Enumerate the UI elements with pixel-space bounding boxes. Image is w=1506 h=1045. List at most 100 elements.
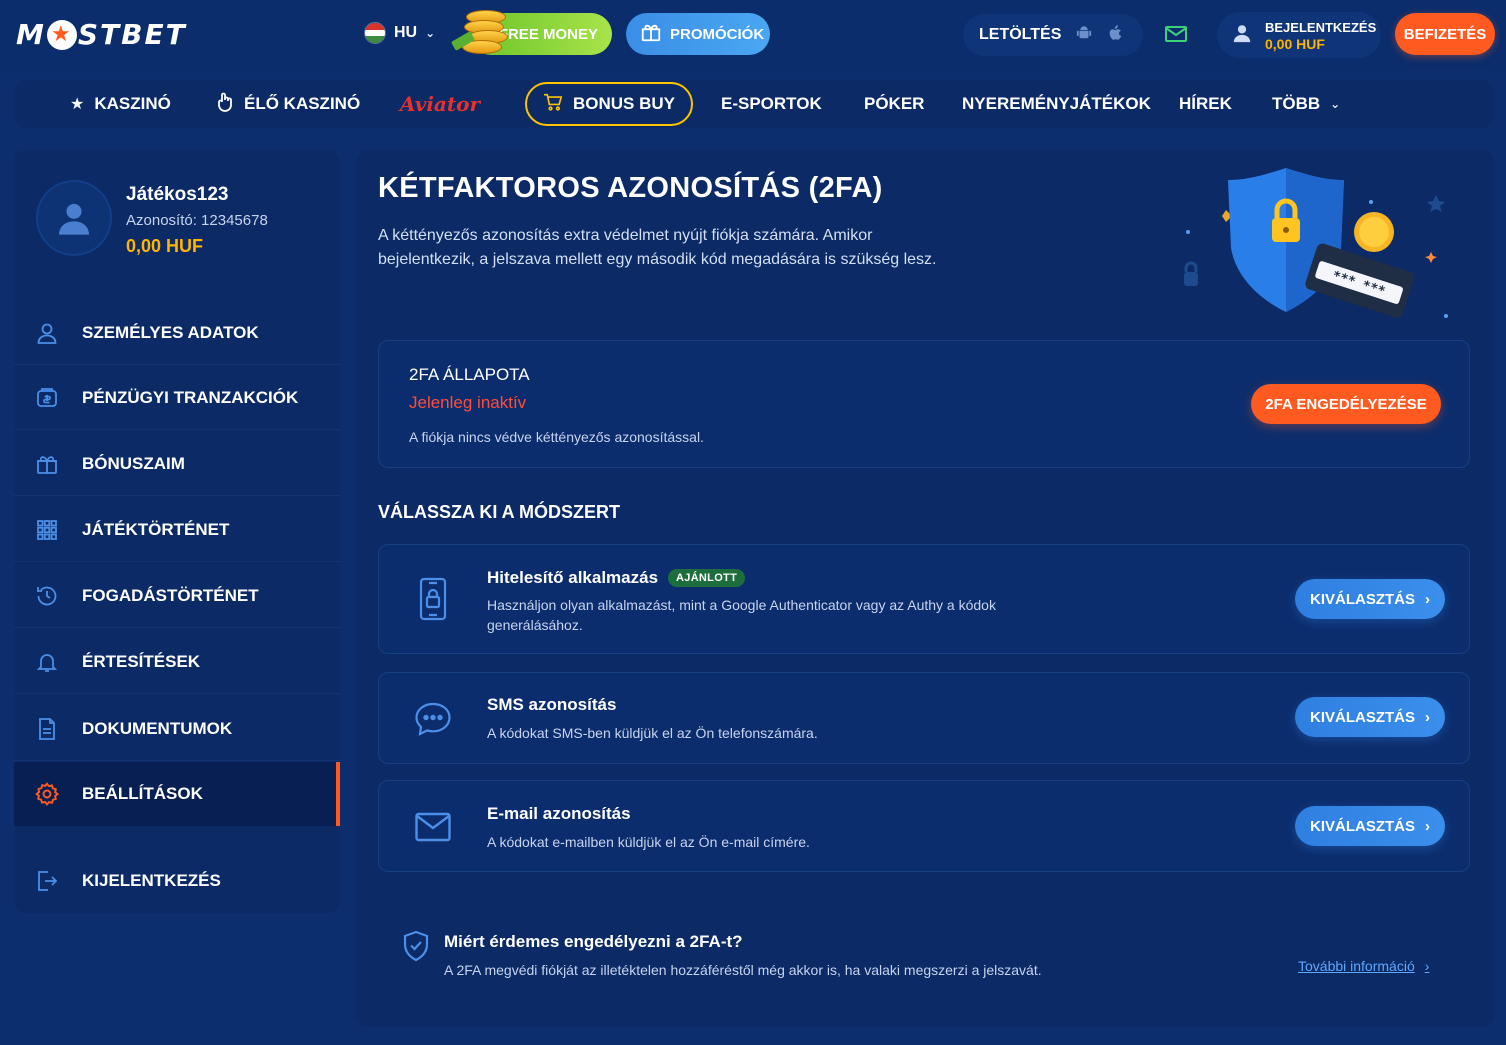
- nav-aviator[interactable]: Aviator: [400, 80, 480, 128]
- methods-title: VÁLASSZA KI A MÓDSZERT: [378, 502, 620, 522]
- avatar[interactable]: [36, 180, 112, 256]
- sidebar-item-label: ÉRTESÍTÉSEK: [82, 651, 201, 671]
- grid-icon: [34, 517, 60, 543]
- aviator-logo: Aviator: [400, 92, 480, 116]
- sidebar-item-bet-history[interactable]: FOGADÁSTÖRTÉNET: [14, 564, 340, 628]
- nav-casino-label: KASZINÓ: [94, 94, 171, 113]
- page-intro: A kéttényezős azonosítás extra védelmet …: [378, 227, 937, 268]
- user-icon: [1231, 22, 1253, 49]
- phone-lock-icon: [411, 575, 455, 623]
- sidebar-item-settings[interactable]: BEÁLLÍTÁSOK: [14, 762, 340, 826]
- why-2fa-section: Miért érdemes engedélyezni a 2FA-t? A 2F…: [378, 902, 1470, 1002]
- sidebar-item-label: SZEMÉLYES ADATOK: [82, 322, 259, 342]
- logo-text-right: STBET: [77, 18, 187, 51]
- promotions-label: PROMÓCIÓK: [670, 25, 765, 43]
- sidebar-item-logout[interactable]: KIJELENTKEZÉS: [14, 849, 340, 913]
- select-label: KIVÁLASZTÁS: [1310, 817, 1415, 835]
- main-panel: KÉTFAKTOROS AZONOSÍTÁS (2FA) A kéttényez…: [356, 150, 1494, 1027]
- select-email-button[interactable]: KIVÁLASZTÁS ›: [1295, 806, 1445, 846]
- nav-news-label: HÍREK: [1179, 94, 1232, 113]
- sidebar-item-label: JÁTÉKTÖRTÉNET: [82, 519, 230, 539]
- gift-icon: [640, 21, 662, 47]
- main-nav: ★ KASZINÓ ÉLŐ KASZINÓ Aviator BONUS BUY …: [14, 80, 1494, 128]
- chevron-right-icon: ›: [1425, 708, 1430, 726]
- logout-icon: [34, 868, 60, 894]
- select-authenticator-button[interactable]: KIVÁLASZTÁS ›: [1295, 579, 1445, 619]
- envelope-icon: [1164, 24, 1188, 49]
- method-title: Hitelesítő alkalmazás AJÁNLOTT: [487, 568, 746, 588]
- top-header: M ★ STBET HU ⌄ FREE MONEY PROMÓCIÓK LETÖ…: [0, 0, 1506, 70]
- logo-star-icon: ★: [46, 19, 77, 50]
- username: Játékos123: [126, 184, 229, 205]
- sidebar-item-personal-data[interactable]: SZEMÉLYES ADATOK: [14, 301, 340, 365]
- messages-button[interactable]: [1156, 18, 1196, 54]
- deposit-label: BEFIZETÉS: [1403, 25, 1487, 43]
- select-label: KIVÁLASZTÁS: [1310, 708, 1415, 726]
- sidebar-item-notifications[interactable]: ÉRTESÍTÉSEK: [14, 630, 340, 694]
- chat-bubble-icon: [411, 695, 455, 743]
- sidebar-item-label: DOKUMENTUMOK: [82, 718, 233, 738]
- method-title: E-mail azonosítás: [487, 804, 631, 824]
- nav-live-casino[interactable]: ÉLŐ KASZINÓ: [216, 80, 360, 128]
- method-email[interactable]: E-mail azonosítás A kódokat e-mailben kü…: [378, 780, 1470, 872]
- login-balance: 0,00 HUF: [1265, 35, 1325, 52]
- nav-more-label: TÖBB: [1272, 94, 1321, 113]
- nav-bonus-buy-label: BONUS BUY: [573, 94, 676, 113]
- method-authenticator-app[interactable]: Hitelesítő alkalmazás AJÁNLOTT Használjo…: [378, 544, 1470, 654]
- login-button[interactable]: BEJELENTKEZÉS 0,00 HUF: [1217, 12, 1381, 58]
- star-icon: ★: [70, 96, 85, 113]
- language-selector[interactable]: HU ⌄: [364, 22, 435, 44]
- sidebar-item-game-history[interactable]: JÁTÉKTÖRTÉNET: [14, 498, 340, 562]
- nav-esports[interactable]: E-SPORTOK: [721, 80, 822, 128]
- coins-icon: [450, 8, 512, 62]
- wallet-icon: [34, 385, 60, 411]
- status-title: 2FA ÁLLAPOTA: [409, 365, 530, 384]
- nav-esports-label: E-SPORTOK: [721, 94, 822, 113]
- deposit-button[interactable]: BEFIZETÉS: [1395, 13, 1495, 55]
- enable-2fa-button[interactable]: 2FA ENGEDÉLYEZÉSE: [1251, 384, 1441, 424]
- select-sms-button[interactable]: KIVÁLASZTÁS ›: [1295, 697, 1445, 737]
- hungary-flag-icon: [364, 22, 386, 44]
- page-title: KÉTFAKTOROS AZONOSÍTÁS (2FA): [378, 172, 883, 204]
- envelope-icon: [411, 803, 455, 851]
- nav-news[interactable]: HÍREK: [1179, 80, 1232, 128]
- sidebar-item-bonuses[interactable]: BÓNUSZAIM: [14, 432, 340, 496]
- why-title: Miért érdemes engedélyezni a 2FA-t?: [444, 932, 743, 951]
- nav-casino[interactable]: ★ KASZINÓ: [70, 80, 171, 128]
- profile-block: Játékos123 Azonosító: 12345678 0,00 HUF: [14, 150, 340, 290]
- language-code: HU: [394, 24, 418, 41]
- more-info-link[interactable]: További információ ›: [1298, 958, 1429, 974]
- nav-bonus-buy[interactable]: BONUS BUY: [525, 82, 694, 126]
- nav-lotteries[interactable]: NYEREMÉNYJÁTÉKOK: [962, 80, 1151, 128]
- 2fa-status-card: 2FA ÁLLAPOTA Jelenleg inaktív A fiókja n…: [378, 340, 1470, 468]
- android-icon[interactable]: [1075, 24, 1093, 47]
- hand-icon: [216, 92, 234, 117]
- mostbet-logo[interactable]: M ★ STBET: [16, 18, 187, 51]
- nav-lotteries-label: NYEREMÉNYJÁTÉKOK: [962, 94, 1151, 113]
- history-icon: [34, 583, 60, 609]
- method-title: SMS azonosítás: [487, 695, 616, 715]
- chevron-right-icon: ›: [1424, 958, 1430, 974]
- shield-check-icon: [402, 930, 430, 967]
- method-title-text: SMS azonosítás: [487, 695, 617, 714]
- method-description: A kódokat e-mailben küldjük el az Ön e-m…: [487, 834, 810, 850]
- chevron-down-icon: ⌄: [1330, 97, 1341, 111]
- download-label: LETÖLTÉS: [979, 26, 1062, 43]
- chevron-right-icon: ›: [1425, 590, 1430, 608]
- sidebar-item-transactions[interactable]: PÉNZÜGYI TRANZAKCIÓK: [14, 366, 340, 430]
- method-sms[interactable]: SMS azonosítás A kódokat SMS-ben küldjük…: [378, 672, 1470, 764]
- nav-poker[interactable]: PÓKER: [864, 80, 924, 128]
- select-label: KIVÁLASZTÁS: [1310, 590, 1415, 608]
- sidebar-item-label: BEÁLLÍTÁSOK: [82, 784, 203, 803]
- sidebar-item-documents[interactable]: DOKUMENTUMOK: [14, 697, 340, 761]
- download-button[interactable]: LETÖLTÉS: [963, 14, 1143, 56]
- nav-more[interactable]: TÖBB ⌄: [1272, 80, 1340, 128]
- apple-icon[interactable]: [1107, 24, 1125, 47]
- recommended-badge: AJÁNLOTT: [668, 569, 746, 587]
- gear-icon: [34, 781, 60, 807]
- user-balance: 0,00 HUF: [126, 236, 204, 256]
- free-money-label: FREE MONEY: [498, 25, 598, 43]
- bell-icon: [34, 649, 60, 675]
- status-description: A fiókja nincs védve kéttényezős azonosí…: [409, 429, 704, 445]
- promotions-button[interactable]: PROMÓCIÓK: [626, 13, 770, 55]
